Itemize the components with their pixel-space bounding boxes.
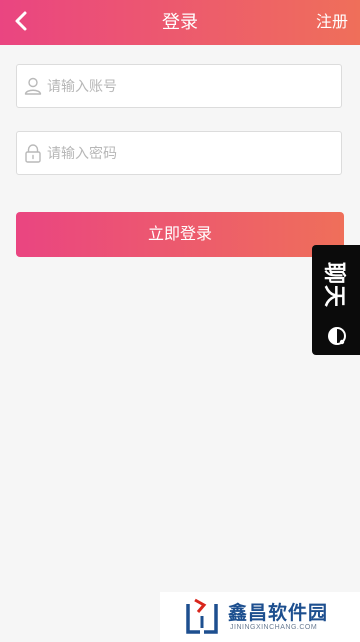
register-link[interactable]: 注册 [316,0,348,45]
watermark-logo: 鑫昌软件园 JININGXINCHANG.COM [160,592,360,642]
chat-float-tab[interactable]: 聊天 [312,245,360,355]
chat-tab-label: 聊天 [322,261,348,309]
brand-logo-icon [186,598,218,634]
lock-icon [25,144,41,163]
login-button[interactable]: 立即登录 [16,212,344,257]
chat-tab-label-wrap: 聊天 [314,255,358,315]
back-button[interactable] [8,8,36,36]
watermark-title: 鑫昌软件园 [228,603,329,624]
chat-bubble-icon [328,327,346,345]
login-page: 登录 注册 立即登录 聊天 [0,0,360,642]
account-field [16,64,342,108]
top-nav-bar: 登录 注册 [0,0,360,45]
watermark-subtitle: JININGXINCHANG.COM [230,624,318,631]
user-icon [24,77,42,95]
account-input[interactable] [47,65,337,107]
page-title: 登录 [162,12,198,32]
password-input[interactable] [47,132,337,174]
chevron-left-icon [15,11,27,31]
password-field [16,131,342,175]
